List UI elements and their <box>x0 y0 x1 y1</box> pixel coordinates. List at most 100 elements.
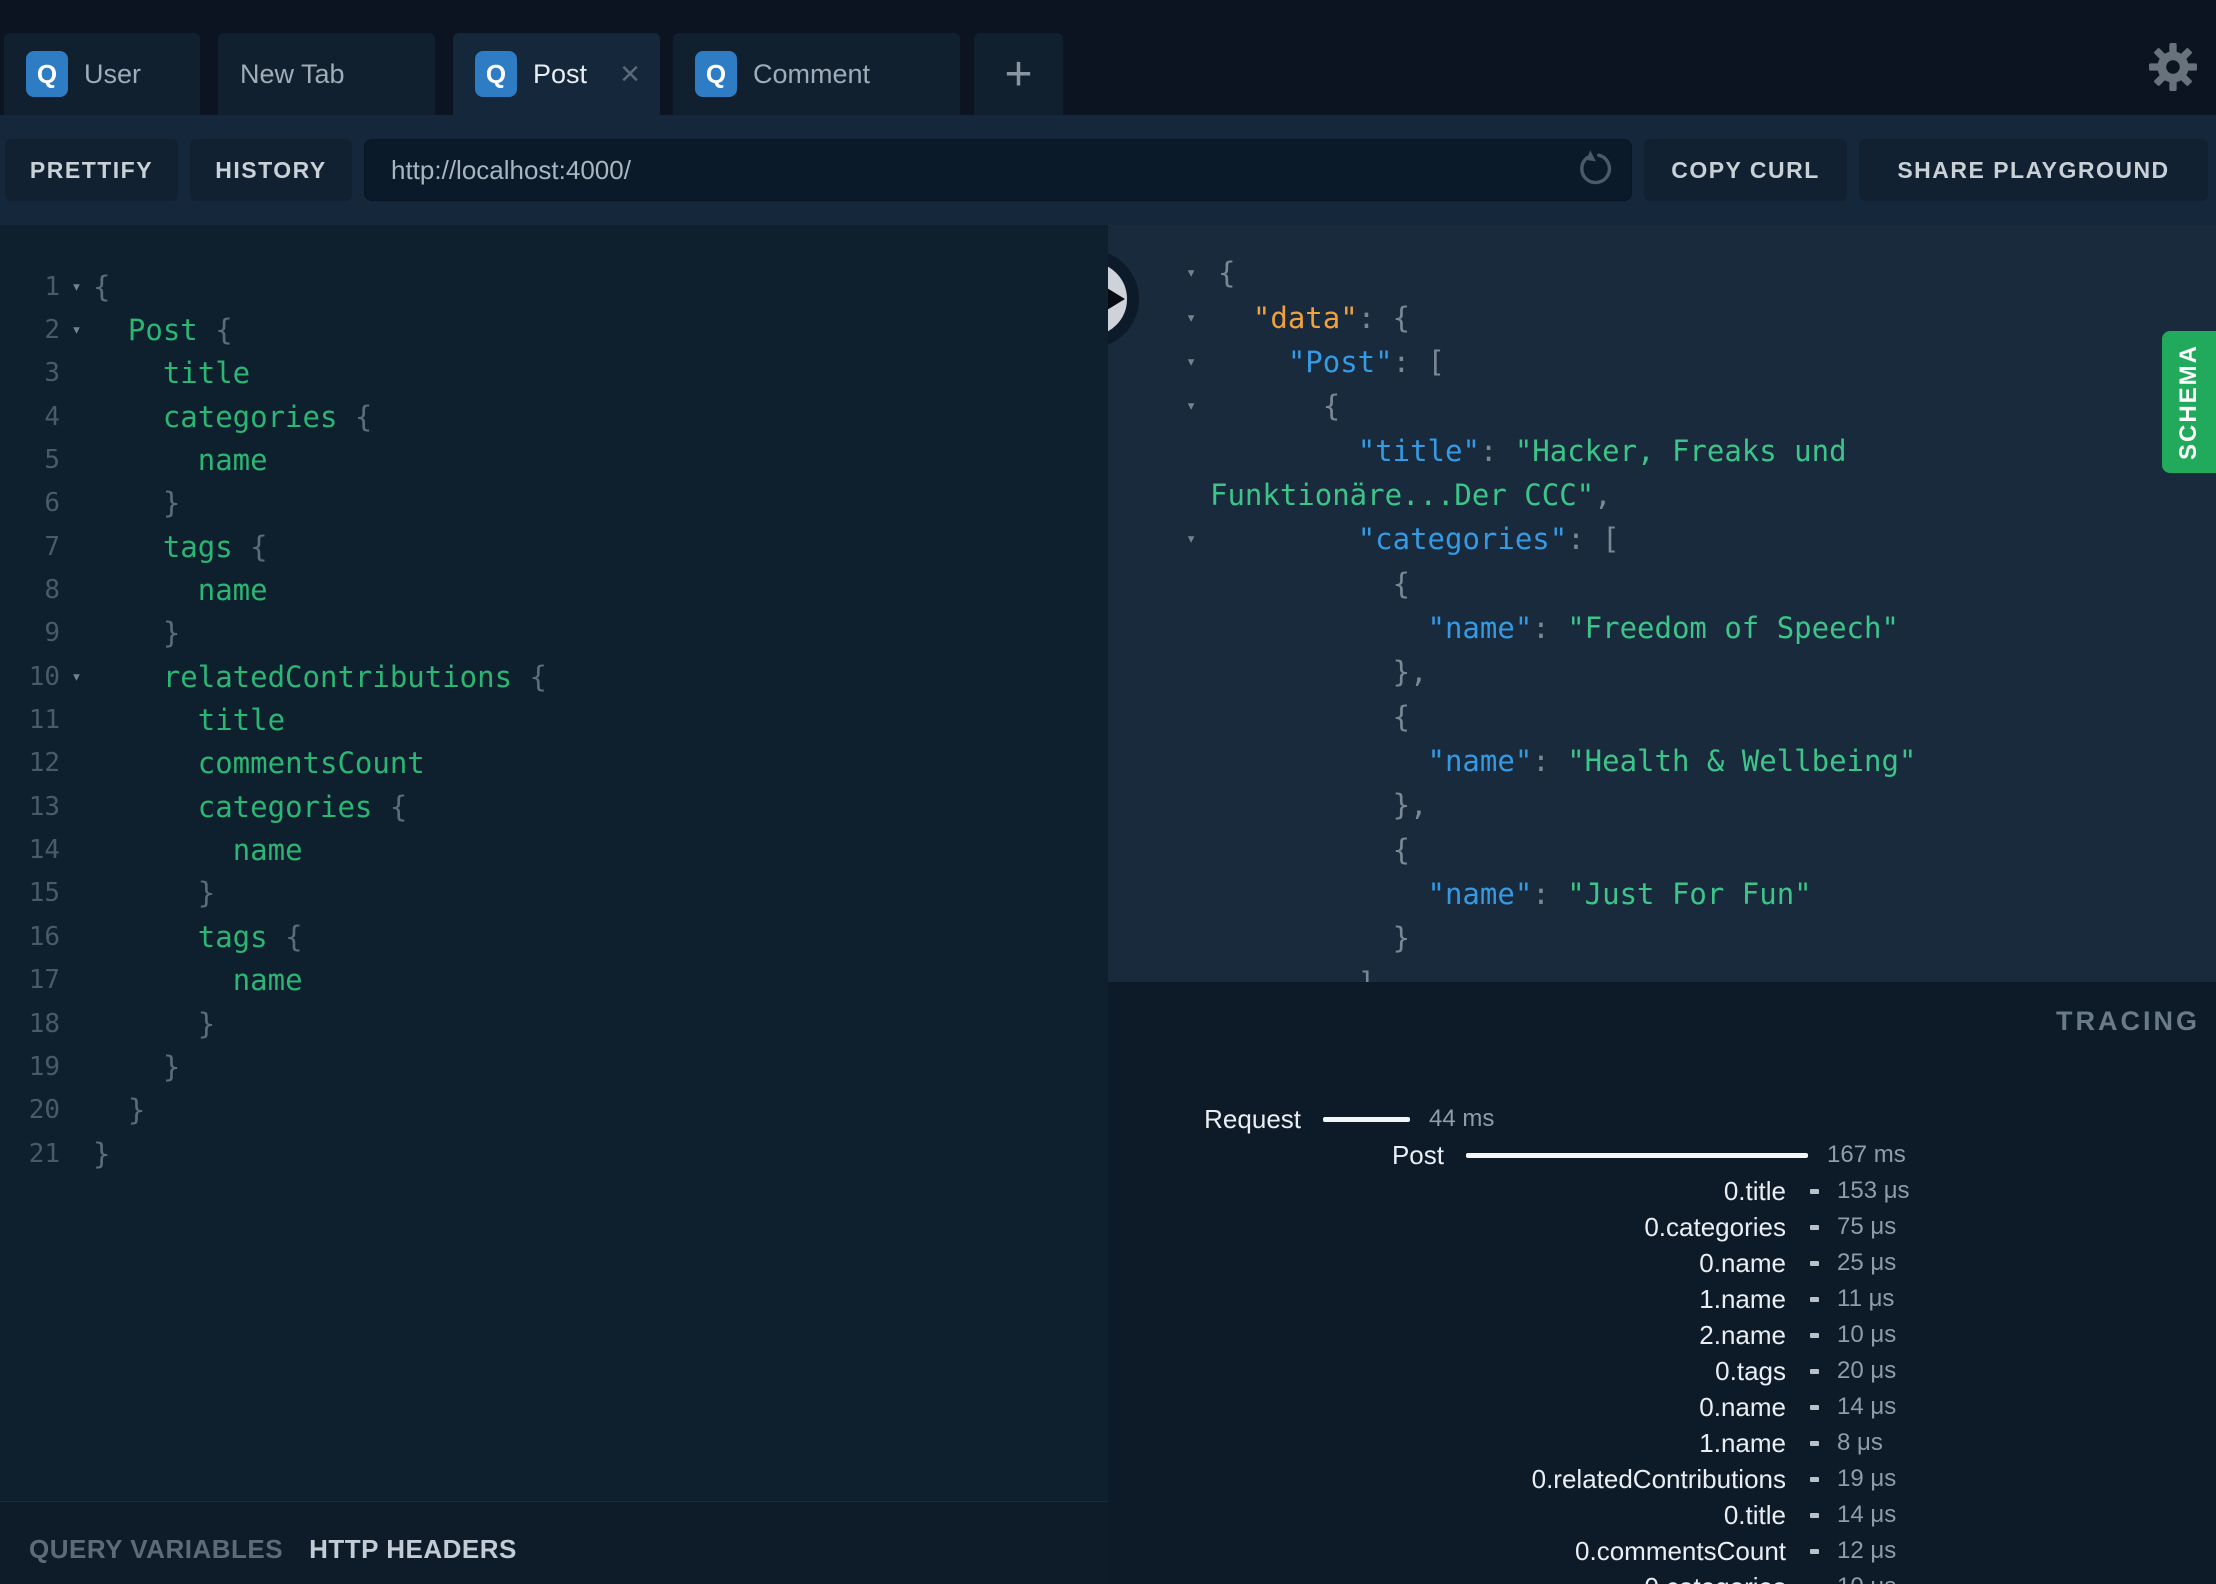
query-text: } <box>93 1050 180 1084</box>
code-token: name <box>232 833 303 868</box>
code-token: { <box>337 399 373 434</box>
code-token: { <box>1218 566 1411 601</box>
editor-line: 19 } <box>0 1045 1108 1088</box>
tracing-dash <box>1810 1440 1819 1446</box>
query-text: } <box>93 1007 215 1041</box>
response-text: }, <box>1218 655 1428 689</box>
line-number: 9 <box>44 618 60 649</box>
tab-comment[interactable]: Q Comment <box>673 33 960 115</box>
fold-toggle-icon[interactable]: ▾ <box>60 320 93 340</box>
code-token: : [ <box>1567 522 1620 557</box>
fold-toggle-icon[interactable]: ▾ <box>60 277 93 297</box>
line-number: 15 <box>28 878 60 909</box>
tab-bar: Q User New Tab Q Post × Q Comment + <box>0 0 2216 115</box>
code-token: { <box>1218 256 1236 291</box>
query-text: name <box>93 573 268 607</box>
query-variables-toggle[interactable]: QUERY VARIABLES <box>29 1534 283 1565</box>
editor-line: 13 categories { <box>0 785 1108 828</box>
fold-toggle-icon[interactable]: ▾ <box>1186 308 1196 328</box>
line-number: 12 <box>28 748 60 779</box>
query-type-badge: Q <box>695 51 737 97</box>
fold-toggle-icon[interactable]: ▾ <box>1186 529 1196 549</box>
new-tab-button[interactable]: + <box>974 33 1063 115</box>
schema-tab-label: SCHEMA <box>2175 343 2202 460</box>
tracing-resolver-label: 0.relatedContributions <box>1531 1463 1786 1494</box>
tab-post[interactable]: Q Post × <box>453 33 660 115</box>
tracing-panel-title: TRACING <box>2056 1006 2200 1036</box>
tracing-resolver-label: Post <box>1391 1139 1444 1170</box>
response-text: "name": "Freedom of Speech" <box>1218 611 1899 645</box>
http-headers-toggle[interactable]: HTTP HEADERS <box>309 1534 517 1565</box>
query-text: title <box>93 356 250 390</box>
tab-user[interactable]: Q User <box>4 33 200 115</box>
query-text: commentsCount <box>93 746 425 780</box>
settings-gear-icon[interactable] <box>2148 42 2198 92</box>
code-token: : [ <box>1392 344 1445 379</box>
tab-new-tab[interactable]: New Tab <box>218 33 435 115</box>
code-token: } <box>93 1006 216 1041</box>
response-text: Funktionäre...Der CCC", <box>1210 478 1612 512</box>
response-text: "name": "Just For Fun" <box>1218 877 1812 911</box>
fold-toggle-icon[interactable]: ▾ <box>1186 352 1196 372</box>
code-token: } <box>93 876 216 911</box>
response-line: ▾ "categories": [ <box>1108 517 2216 561</box>
tracing-duration-value: 75 μs <box>1837 1213 1897 1240</box>
query-text: categories { <box>93 399 373 434</box>
reload-endpoint-icon[interactable] <box>1573 149 1615 191</box>
line-number: 14 <box>28 835 60 866</box>
tracing-dash <box>1810 1296 1819 1302</box>
history-button[interactable]: HISTORY <box>190 139 352 201</box>
tracing-row: 0.name 14 μs <box>1108 1389 2216 1425</box>
code-token: tags <box>162 529 233 564</box>
query-type-badge: Q <box>26 51 68 97</box>
tracing-resolver-label: 0.tags <box>1715 1355 1786 1386</box>
prettify-button[interactable]: PRETTIFY <box>5 139 178 201</box>
tracing-dash <box>1810 1260 1819 1266</box>
line-number: 7 <box>44 531 60 562</box>
tracing-duration-value: 14 μs <box>1837 1393 1897 1420</box>
endpoint-url-input[interactable]: http://localhost:4000/ <box>364 139 1632 201</box>
response-line: "name": "Health & Wellbeing" <box>1108 739 2216 783</box>
tracing-dash <box>1810 1548 1819 1554</box>
tracing-duration-value: 153 μs <box>1837 1177 1910 1204</box>
fold-toggle-icon[interactable]: ▾ <box>60 667 93 687</box>
tracing-row: 1.name 8 μs <box>1108 1425 2216 1461</box>
query-editor[interactable]: 1 ▾{2 ▾ Post {3 title 4 categories {5 name 6… <box>0 225 1108 1501</box>
response-text: }, <box>1218 788 1428 822</box>
code-token: : <box>1532 743 1568 778</box>
query-text: tags { <box>93 530 268 564</box>
query-text: } <box>93 486 180 520</box>
response-line: Funktionäre...Der CCC", <box>1108 473 2216 517</box>
response-text: "title": "Hacker, Freaks und <box>1218 434 1847 468</box>
play-icon <box>1108 277 1125 321</box>
fold-toggle-icon[interactable]: ▾ <box>1186 263 1196 283</box>
response-line: ▾ { <box>1108 384 2216 428</box>
response-line: "name": "Freedom of Speech" <box>1108 606 2216 650</box>
close-tab-icon[interactable]: × <box>620 57 640 91</box>
code-token: title <box>197 703 286 738</box>
tab-label: Post <box>533 58 588 89</box>
schema-sidebar-tab[interactable]: SCHEMA <box>2162 331 2216 473</box>
tracing-dash <box>1810 1188 1819 1194</box>
code-token: { <box>232 529 268 564</box>
code-token: } <box>93 1049 181 1084</box>
tracing-row: 0.title 14 μs <box>1108 1497 2216 1533</box>
tracing-rows: Request 44 ms Post 167 ms 0.title 153 μs 0.cat… <box>1108 1101 2216 1584</box>
editor-line: 7 tags { <box>0 525 1108 568</box>
code-token: title <box>162 356 251 391</box>
tab-label: User <box>84 58 142 89</box>
query-type-badge: Q <box>475 51 517 97</box>
tracing-row: 1.name 11 μs <box>1108 1281 2216 1317</box>
line-number: 4 <box>44 401 60 432</box>
tracing-row: Request 44 ms <box>1108 1101 2216 1137</box>
copy-curl-button[interactable]: COPY CURL <box>1644 139 1847 201</box>
share-playground-button[interactable]: SHARE PLAYGROUND <box>1859 139 2208 201</box>
editor-line: 9 } <box>0 612 1108 655</box>
fold-toggle-icon[interactable]: ▾ <box>1186 396 1196 416</box>
